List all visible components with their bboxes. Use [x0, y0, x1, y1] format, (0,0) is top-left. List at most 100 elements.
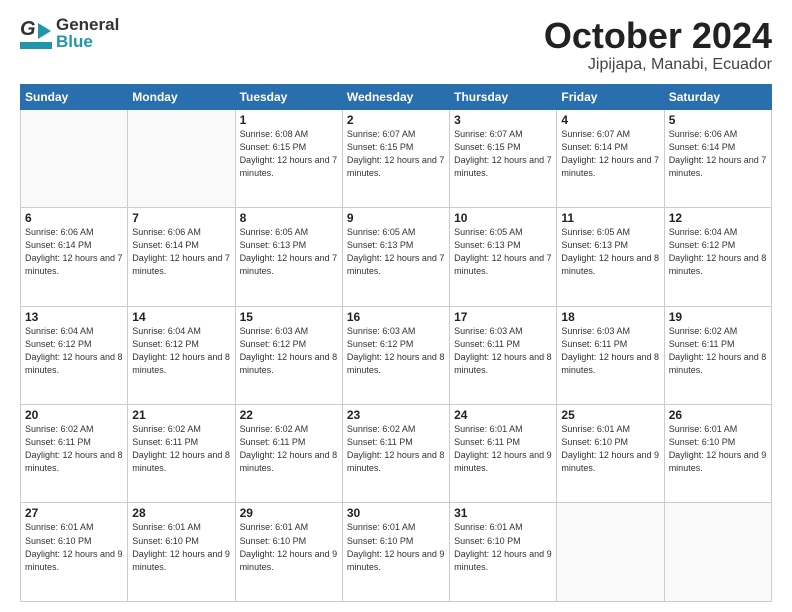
day-detail: Sunrise: 6:05 AM Sunset: 6:13 PM Dayligh… — [454, 226, 552, 278]
calendar-cell: 30Sunrise: 6:01 AM Sunset: 6:10 PM Dayli… — [342, 503, 449, 602]
col-friday: Friday — [557, 84, 664, 109]
day-number: 14 — [132, 310, 230, 324]
calendar-cell: 24Sunrise: 6:01 AM Sunset: 6:11 PM Dayli… — [450, 405, 557, 503]
day-detail: Sunrise: 6:01 AM Sunset: 6:10 PM Dayligh… — [132, 521, 230, 573]
day-number: 19 — [669, 310, 767, 324]
calendar-cell: 29Sunrise: 6:01 AM Sunset: 6:10 PM Dayli… — [235, 503, 342, 602]
day-number: 2 — [347, 113, 445, 127]
day-number: 21 — [132, 408, 230, 422]
logo-graphic: G — [20, 18, 52, 49]
day-number: 10 — [454, 211, 552, 225]
calendar-subtitle: Jipijapa, Manabi, Ecuador — [544, 56, 772, 74]
day-number: 23 — [347, 408, 445, 422]
day-number: 8 — [240, 211, 338, 225]
day-number: 1 — [240, 113, 338, 127]
col-tuesday: Tuesday — [235, 84, 342, 109]
calendar-week-2: 6Sunrise: 6:06 AM Sunset: 6:14 PM Daylig… — [21, 208, 772, 306]
day-number: 26 — [669, 408, 767, 422]
brand-blue: Blue — [56, 33, 119, 50]
day-number: 5 — [669, 113, 767, 127]
brand-general: General — [56, 16, 119, 33]
day-detail: Sunrise: 6:07 AM Sunset: 6:15 PM Dayligh… — [454, 128, 552, 180]
page: G General Blue October 2024 Jipijapa, Ma… — [0, 0, 792, 612]
day-number: 27 — [25, 506, 123, 520]
calendar-cell: 26Sunrise: 6:01 AM Sunset: 6:10 PM Dayli… — [664, 405, 771, 503]
calendar-cell: 20Sunrise: 6:02 AM Sunset: 6:11 PM Dayli… — [21, 405, 128, 503]
day-detail: Sunrise: 6:07 AM Sunset: 6:14 PM Dayligh… — [561, 128, 659, 180]
calendar-cell: 5Sunrise: 6:06 AM Sunset: 6:14 PM Daylig… — [664, 109, 771, 207]
calendar-cell: 4Sunrise: 6:07 AM Sunset: 6:14 PM Daylig… — [557, 109, 664, 207]
day-detail: Sunrise: 6:05 AM Sunset: 6:13 PM Dayligh… — [347, 226, 445, 278]
day-number: 29 — [240, 506, 338, 520]
calendar-title: October 2024 — [544, 16, 772, 56]
calendar-cell: 23Sunrise: 6:02 AM Sunset: 6:11 PM Dayli… — [342, 405, 449, 503]
day-detail: Sunrise: 6:01 AM Sunset: 6:10 PM Dayligh… — [347, 521, 445, 573]
col-wednesday: Wednesday — [342, 84, 449, 109]
day-number: 7 — [132, 211, 230, 225]
calendar-week-4: 20Sunrise: 6:02 AM Sunset: 6:11 PM Dayli… — [21, 405, 772, 503]
calendar-cell: 14Sunrise: 6:04 AM Sunset: 6:12 PM Dayli… — [128, 306, 235, 404]
day-detail: Sunrise: 6:04 AM Sunset: 6:12 PM Dayligh… — [132, 325, 230, 377]
calendar-week-1: 1Sunrise: 6:08 AM Sunset: 6:15 PM Daylig… — [21, 109, 772, 207]
day-number: 15 — [240, 310, 338, 324]
calendar-cell: 9Sunrise: 6:05 AM Sunset: 6:13 PM Daylig… — [342, 208, 449, 306]
brand-name: General Blue — [56, 16, 119, 50]
day-detail: Sunrise: 6:01 AM Sunset: 6:10 PM Dayligh… — [669, 423, 767, 475]
day-detail: Sunrise: 6:06 AM Sunset: 6:14 PM Dayligh… — [132, 226, 230, 278]
calendar-cell: 7Sunrise: 6:06 AM Sunset: 6:14 PM Daylig… — [128, 208, 235, 306]
day-detail: Sunrise: 6:01 AM Sunset: 6:10 PM Dayligh… — [454, 521, 552, 573]
day-number: 16 — [347, 310, 445, 324]
calendar-cell: 13Sunrise: 6:04 AM Sunset: 6:12 PM Dayli… — [21, 306, 128, 404]
day-detail: Sunrise: 6:03 AM Sunset: 6:11 PM Dayligh… — [454, 325, 552, 377]
col-saturday: Saturday — [664, 84, 771, 109]
day-detail: Sunrise: 6:04 AM Sunset: 6:12 PM Dayligh… — [669, 226, 767, 278]
day-number: 25 — [561, 408, 659, 422]
day-detail: Sunrise: 6:02 AM Sunset: 6:11 PM Dayligh… — [132, 423, 230, 475]
calendar-cell: 12Sunrise: 6:04 AM Sunset: 6:12 PM Dayli… — [664, 208, 771, 306]
calendar-cell — [128, 109, 235, 207]
day-detail: Sunrise: 6:08 AM Sunset: 6:15 PM Dayligh… — [240, 128, 338, 180]
day-detail: Sunrise: 6:03 AM Sunset: 6:12 PM Dayligh… — [240, 325, 338, 377]
day-number: 31 — [454, 506, 552, 520]
day-number: 3 — [454, 113, 552, 127]
day-detail: Sunrise: 6:01 AM Sunset: 6:10 PM Dayligh… — [561, 423, 659, 475]
calendar-cell: 8Sunrise: 6:05 AM Sunset: 6:13 PM Daylig… — [235, 208, 342, 306]
day-number: 17 — [454, 310, 552, 324]
day-detail: Sunrise: 6:05 AM Sunset: 6:13 PM Dayligh… — [240, 226, 338, 278]
day-number: 13 — [25, 310, 123, 324]
day-number: 24 — [454, 408, 552, 422]
calendar-cell: 16Sunrise: 6:03 AM Sunset: 6:12 PM Dayli… — [342, 306, 449, 404]
day-number: 28 — [132, 506, 230, 520]
day-number: 30 — [347, 506, 445, 520]
day-detail: Sunrise: 6:01 AM Sunset: 6:10 PM Dayligh… — [25, 521, 123, 573]
day-detail: Sunrise: 6:07 AM Sunset: 6:15 PM Dayligh… — [347, 128, 445, 180]
calendar-cell: 10Sunrise: 6:05 AM Sunset: 6:13 PM Dayli… — [450, 208, 557, 306]
day-detail: Sunrise: 6:05 AM Sunset: 6:13 PM Dayligh… — [561, 226, 659, 278]
day-detail: Sunrise: 6:02 AM Sunset: 6:11 PM Dayligh… — [240, 423, 338, 475]
day-detail: Sunrise: 6:03 AM Sunset: 6:12 PM Dayligh… — [347, 325, 445, 377]
header: G General Blue October 2024 Jipijapa, Ma… — [20, 16, 772, 74]
day-number: 6 — [25, 211, 123, 225]
calendar-cell: 3Sunrise: 6:07 AM Sunset: 6:15 PM Daylig… — [450, 109, 557, 207]
col-sunday: Sunday — [21, 84, 128, 109]
day-detail: Sunrise: 6:06 AM Sunset: 6:14 PM Dayligh… — [25, 226, 123, 278]
calendar-cell: 6Sunrise: 6:06 AM Sunset: 6:14 PM Daylig… — [21, 208, 128, 306]
calendar-cell: 11Sunrise: 6:05 AM Sunset: 6:13 PM Dayli… — [557, 208, 664, 306]
logo: G General Blue — [20, 16, 119, 50]
day-number: 11 — [561, 211, 659, 225]
calendar-cell: 19Sunrise: 6:02 AM Sunset: 6:11 PM Dayli… — [664, 306, 771, 404]
calendar-cell — [21, 109, 128, 207]
calendar-cell: 18Sunrise: 6:03 AM Sunset: 6:11 PM Dayli… — [557, 306, 664, 404]
day-number: 12 — [669, 211, 767, 225]
logo-g-letter: G — [20, 18, 36, 41]
day-detail: Sunrise: 6:01 AM Sunset: 6:11 PM Dayligh… — [454, 423, 552, 475]
logo-bar — [20, 42, 52, 49]
calendar-table: Sunday Monday Tuesday Wednesday Thursday… — [20, 84, 772, 602]
day-detail: Sunrise: 6:02 AM Sunset: 6:11 PM Dayligh… — [347, 423, 445, 475]
day-detail: Sunrise: 6:03 AM Sunset: 6:11 PM Dayligh… — [561, 325, 659, 377]
calendar-header-row: Sunday Monday Tuesday Wednesday Thursday… — [21, 84, 772, 109]
calendar-cell: 22Sunrise: 6:02 AM Sunset: 6:11 PM Dayli… — [235, 405, 342, 503]
calendar-cell: 1Sunrise: 6:08 AM Sunset: 6:15 PM Daylig… — [235, 109, 342, 207]
day-detail: Sunrise: 6:06 AM Sunset: 6:14 PM Dayligh… — [669, 128, 767, 180]
day-detail: Sunrise: 6:01 AM Sunset: 6:10 PM Dayligh… — [240, 521, 338, 573]
